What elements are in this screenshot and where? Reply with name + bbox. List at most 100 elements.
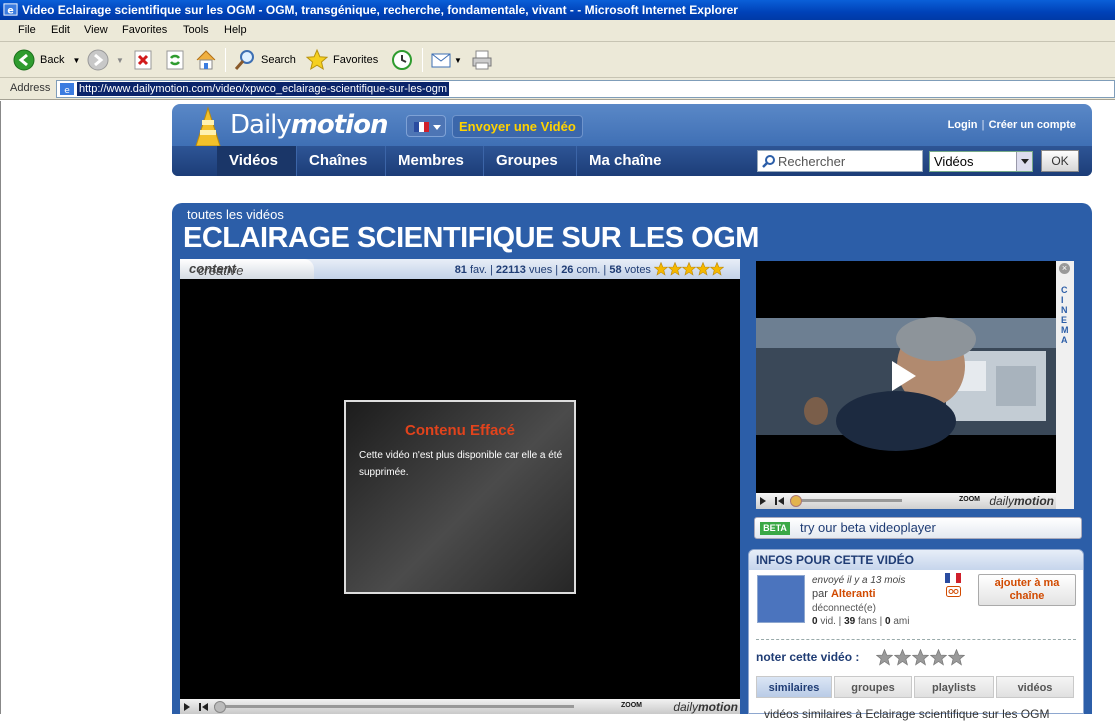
provider-tab[interactable]: creative content	[180, 259, 314, 279]
mail-button[interactable]: ▼	[430, 48, 462, 72]
site-header: Dailymotion Envoyer une Vidéo Login | Crée…	[172, 104, 1092, 176]
side-video-player[interactable]	[756, 261, 1056, 493]
player-brand: dailymotion	[673, 700, 738, 714]
stop-button[interactable]	[132, 48, 154, 72]
forward-dropdown-icon[interactable]: ▼	[116, 56, 124, 65]
zoom-label[interactable]: ZOOM	[959, 496, 980, 503]
zoom-label[interactable]: ZOOM	[621, 702, 642, 709]
avatar[interactable]	[757, 575, 805, 623]
nav-members[interactable]: Membres	[386, 146, 484, 176]
search-ok-button[interactable]: OK	[1041, 150, 1079, 172]
uploader-link[interactable]: Alteranti	[831, 588, 876, 600]
svg-text:e: e	[64, 86, 70, 96]
language-selector[interactable]	[406, 115, 446, 137]
back-button[interactable]: Back ▼	[12, 48, 80, 72]
related-tabs: similaires groupes playlists vidéos	[756, 676, 1078, 698]
menu-help[interactable]: Help	[224, 24, 247, 36]
refresh-button[interactable]	[164, 48, 186, 72]
dailymotion-logo-icon[interactable]	[188, 106, 228, 148]
cinema-label[interactable]: CINEMA	[1061, 285, 1069, 345]
menu-file[interactable]: File	[18, 24, 36, 36]
login-link[interactable]: Login	[948, 119, 978, 131]
search-label: Search	[261, 54, 296, 66]
star-icon	[696, 262, 710, 276]
dailymotion-logo[interactable]: Dailymotion	[230, 110, 388, 140]
tab-videos[interactable]: vidéos	[996, 676, 1074, 698]
seek-handle[interactable]	[790, 495, 802, 507]
refresh-icon	[166, 50, 184, 70]
close-icon[interactable]: ×	[1059, 263, 1070, 274]
uploader: par Alteranti	[812, 588, 876, 600]
side-player-controls: ZOOM dailymotion	[756, 493, 1056, 509]
back-label: Back	[40, 54, 65, 66]
account-links: Login | Créer un compte	[947, 119, 1076, 131]
video-thumbnail	[756, 261, 1056, 493]
forward-arrow-icon	[87, 49, 109, 71]
history-button[interactable]	[390, 48, 414, 72]
menu-tools[interactable]: Tools	[183, 24, 209, 36]
add-to-channel-button[interactable]: ajouter à ma chaîne	[978, 574, 1076, 606]
forward-button[interactable]: ▼	[86, 48, 124, 72]
magnifier-icon	[234, 50, 254, 70]
menu-edit[interactable]: Edit	[51, 24, 70, 36]
main-nav: Vidéos Chaînes Membres Groupes Ma chaîne…	[172, 146, 1092, 176]
seek-handle[interactable]	[214, 701, 226, 713]
search-scope-select[interactable]: Vidéos	[929, 151, 1033, 172]
user-counts: 0 vid. | 39 fans | 0 ami	[812, 616, 910, 627]
tab-similaires[interactable]: similaires	[756, 676, 832, 698]
cinema-sidebar: × CINEMA	[1056, 261, 1074, 509]
home-button[interactable]	[194, 48, 218, 72]
star-icon	[682, 262, 696, 276]
mail-dropdown-icon[interactable]: ▼	[454, 56, 462, 65]
star-icon[interactable]	[948, 649, 965, 666]
nav-groups[interactable]: Groupes	[484, 146, 577, 176]
star-icon[interactable]	[930, 649, 947, 666]
rating-stars	[654, 262, 724, 276]
star-icon[interactable]	[912, 649, 929, 666]
tab-groupes[interactable]: groupes	[834, 676, 912, 698]
beta-text: try our beta videoplayer	[800, 520, 936, 535]
search-input[interactable]: Rechercher	[757, 150, 923, 172]
nav-videos[interactable]: Vidéos	[217, 146, 297, 176]
address-label: Address	[10, 82, 51, 94]
back-dropdown-icon[interactable]: ▼	[72, 56, 80, 65]
history-icon	[392, 50, 412, 70]
breadcrumb[interactable]: toutes les vidéos	[187, 207, 284, 222]
signup-link[interactable]: Créer un compte	[989, 119, 1076, 131]
star-icon	[305, 48, 329, 71]
search-button[interactable]: Search	[233, 48, 296, 72]
home-icon	[196, 50, 216, 70]
stop-icon	[134, 50, 152, 70]
play-controls-icon[interactable]	[184, 702, 210, 712]
star-icon	[668, 262, 682, 276]
menu-bar: File Edit View Favorites Tools Help	[0, 20, 1115, 42]
nav-channels[interactable]: Chaînes	[297, 146, 386, 176]
deleted-message: Cette vidéo n'est plus disponible car el…	[359, 450, 563, 478]
provider-name: creative content	[189, 261, 244, 278]
beta-player-link[interactable]: BETA try our beta videoplayer	[754, 517, 1082, 539]
play-controls-icon[interactable]	[760, 496, 786, 506]
favorites-button[interactable]: Favorites	[305, 48, 378, 72]
address-input[interactable]: e http://www.dailymotion.com/video/xpwco…	[56, 80, 1115, 98]
contact-icon[interactable]	[946, 586, 961, 597]
print-button[interactable]	[470, 48, 494, 72]
star-icon[interactable]	[876, 649, 893, 666]
nav-my-channel[interactable]: Ma chaîne	[577, 146, 674, 176]
page-title: ECLAIRAGE SCIENTIFIQUE SUR LES OGM	[183, 222, 759, 254]
window-title: Video Eclairage scientifique sur les OGM…	[22, 3, 738, 17]
star-icon[interactable]	[894, 649, 911, 666]
menu-favorites[interactable]: Favorites	[122, 24, 167, 36]
player-controls: ZOOM dailymotion	[180, 699, 740, 714]
search-placeholder: Rechercher	[778, 154, 846, 169]
similar-videos-heading: vidéos similaires à Eclairage scientifiq…	[764, 707, 1050, 721]
menu-view[interactable]: View	[84, 24, 108, 36]
printer-icon	[472, 50, 492, 70]
upload-video-button[interactable]: Envoyer une Vidéo	[452, 115, 583, 138]
window-titlebar: e Video Eclairage scientifique sur les O…	[0, 0, 1115, 20]
chevron-down-icon	[1016, 152, 1032, 171]
player-brand: dailymotion	[989, 494, 1054, 508]
tab-playlists[interactable]: playlists	[914, 676, 994, 698]
mail-icon	[431, 53, 451, 68]
french-flag-icon	[414, 122, 441, 132]
rate-stars[interactable]	[876, 649, 966, 669]
